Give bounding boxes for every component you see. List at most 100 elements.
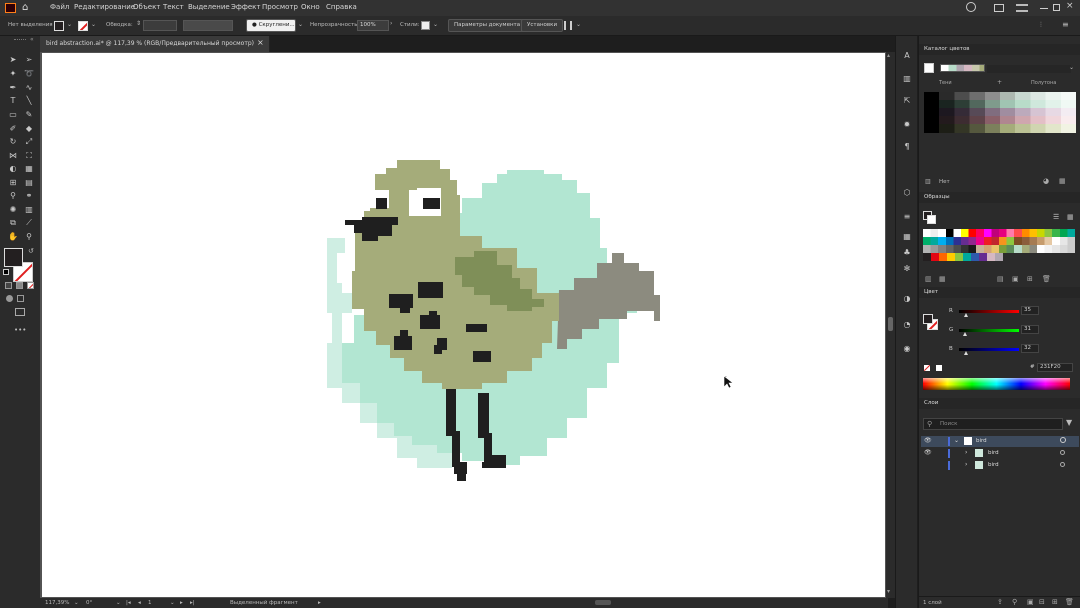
menu-edit[interactable]: Редактирование xyxy=(74,3,135,11)
target-icon[interactable] xyxy=(1060,437,1066,443)
new-color-group-icon[interactable]: ▣ xyxy=(1012,275,1019,283)
gradient-mode-icon[interactable] xyxy=(16,282,23,289)
chevron-right-icon[interactable]: ▸ xyxy=(318,600,321,606)
menu-type[interactable]: Текст xyxy=(163,3,184,11)
maximize-icon[interactable] xyxy=(1053,4,1060,11)
curvature-tool-icon[interactable]: ∿ xyxy=(24,83,34,93)
paragraph-panel-icon[interactable]: ¶ xyxy=(902,142,912,152)
symbols-panel-icon[interactable]: ♣ xyxy=(902,248,912,258)
locate-object-icon[interactable]: ⚲ xyxy=(1012,598,1017,606)
default-colors-icon[interactable] xyxy=(3,269,9,275)
chevron-down-icon[interactable]: ⌄ xyxy=(576,21,581,28)
color-mode-icon[interactable] xyxy=(5,282,12,289)
home-icon[interactable]: ⌂ xyxy=(22,2,34,14)
chevron-down-icon[interactable]: ⌄ xyxy=(433,21,438,28)
swatches-panel-icon[interactable]: ▦ xyxy=(902,232,912,242)
rotate-tool-icon[interactable]: ↻ xyxy=(8,137,18,147)
gradient-tool-icon[interactable]: ▤ xyxy=(24,178,34,188)
new-swatch-icon[interactable]: ⊞ xyxy=(1027,275,1033,283)
scroll-thumb[interactable] xyxy=(888,317,893,331)
shape-builder-tool-icon[interactable]: ◐ xyxy=(8,164,18,174)
new-sublayer-icon[interactable]: ⊟ xyxy=(1039,598,1045,606)
mesh-tool-icon[interactable]: ⊞ xyxy=(8,178,18,188)
b-slider[interactable] xyxy=(959,348,1019,351)
perspective-grid-tool-icon[interactable]: ▦ xyxy=(24,164,34,174)
first-artboard-icon[interactable]: |◂ xyxy=(126,600,131,606)
character-panel-icon[interactable]: A xyxy=(902,51,912,61)
delete-swatch-icon[interactable]: 🗑 xyxy=(1042,275,1051,283)
close-window-icon[interactable]: × xyxy=(1066,1,1074,11)
vertical-scrollbar[interactable]: ▴ ▾ xyxy=(886,52,895,598)
scale-tool-icon[interactable]: ⤢ xyxy=(24,137,34,147)
none-color-icon[interactable] xyxy=(924,365,930,371)
menu-help[interactable]: Справка xyxy=(326,3,357,11)
visibility-eye-icon[interactable]: 👁 xyxy=(924,449,932,456)
scroll-down-icon[interactable]: ▾ xyxy=(887,588,890,595)
paintbrush-tool-icon[interactable]: ✎ xyxy=(24,110,34,120)
chevron-down-icon[interactable]: ⌄ xyxy=(954,437,959,444)
chevron-down-icon[interactable]: ⌄ xyxy=(91,21,96,28)
zoom-level[interactable]: 117,39% xyxy=(45,600,69,606)
minimize-icon[interactable] xyxy=(1040,8,1048,9)
chevron-down-icon[interactable]: ⌄ xyxy=(298,21,303,28)
menu-object[interactable]: Объект xyxy=(133,3,160,11)
free-transform-tool-icon[interactable]: ⛶ xyxy=(24,151,34,161)
stroke-stepper-icon[interactable]: ⇕ xyxy=(136,20,141,27)
menu-window[interactable]: Окно xyxy=(301,3,320,11)
export-panel-icon[interactable]: ⇱ xyxy=(902,96,912,106)
opacity-input[interactable]: 100% xyxy=(357,20,389,31)
shaper-tool-icon[interactable]: ✐ xyxy=(8,124,18,134)
last-artboard-icon[interactable]: ▸| xyxy=(190,600,195,606)
prev-artboard-icon[interactable]: ◂ xyxy=(138,600,141,606)
grid-view-icon[interactable]: ▦ xyxy=(1067,213,1074,221)
symbol-sprayer-tool-icon[interactable]: ✺ xyxy=(8,205,18,215)
r-slider[interactable] xyxy=(959,310,1019,313)
eyedropper-tool-icon[interactable]: ⚲ xyxy=(8,191,18,201)
pen-tool-icon[interactable]: ✒ xyxy=(8,83,18,93)
width-tool-icon[interactable]: ⋈ xyxy=(8,151,18,161)
chevron-right-icon[interactable]: › xyxy=(390,20,392,27)
bird-artwork[interactable] xyxy=(42,53,885,597)
r-value-field[interactable]: 35 xyxy=(1021,306,1039,315)
rotation-value[interactable]: 0° xyxy=(86,600,92,606)
panel-collapse-icon[interactable]: ⫶ xyxy=(1040,21,1042,30)
color-variations-grid[interactable] xyxy=(924,92,1076,133)
search-icon[interactable] xyxy=(966,2,976,12)
g-slider[interactable] xyxy=(959,329,1019,332)
swatch-libraries-icon[interactable]: ▥ xyxy=(925,275,932,283)
chevron-down-icon[interactable]: ⌄ xyxy=(67,21,72,28)
harmony-strip[interactable] xyxy=(940,64,985,72)
slice-tool-icon[interactable]: ⟋ xyxy=(24,218,34,228)
eraser-tool-icon[interactable]: ◆ xyxy=(24,124,34,134)
panel-menu-icon[interactable]: ≡ xyxy=(1062,20,1069,29)
new-layer-icon[interactable]: ⊞ xyxy=(1052,598,1058,606)
appearance-panel-icon[interactable]: ✹ xyxy=(902,120,912,130)
visibility-eye-icon[interactable]: 👁 xyxy=(924,437,932,444)
layer-name[interactable]: bird xyxy=(988,462,999,468)
sublayer-row[interactable]: › bird xyxy=(921,460,1079,471)
artboard[interactable] xyxy=(42,53,885,597)
catalog-base-color[interactable] xyxy=(924,63,934,73)
target-icon[interactable] xyxy=(1060,462,1065,467)
swatch-options-icon[interactable]: ▤ xyxy=(997,275,1004,283)
list-view-icon[interactable]: ☰ xyxy=(1053,213,1059,221)
document-tab[interactable]: bird abstraction.ai* @ 117,39 % (RGB/Пре… xyxy=(40,36,270,52)
layer-name[interactable]: bird xyxy=(976,438,987,444)
selection-tool-icon[interactable]: ➤ xyxy=(8,55,18,65)
swap-colors-icon[interactable]: ↺ xyxy=(28,247,34,255)
direct-selection-tool-icon[interactable]: ➢ xyxy=(24,55,34,65)
fill-color-box[interactable] xyxy=(4,248,23,267)
chevron-down-icon[interactable]: ⌄ xyxy=(74,600,79,606)
layer-name[interactable]: bird xyxy=(988,450,999,456)
blend-tool-icon[interactable]: ⚭ xyxy=(24,191,34,201)
variable-width-profile[interactable] xyxy=(183,20,233,31)
target-icon[interactable] xyxy=(1060,450,1065,455)
preferences-button[interactable]: Установки xyxy=(521,19,564,32)
screen-mode-icon[interactable] xyxy=(15,308,25,316)
chevron-right-icon[interactable]: › xyxy=(965,449,967,456)
color-panel-icon[interactable]: ◑ xyxy=(902,294,912,304)
graphic-style-swatch[interactable] xyxy=(421,21,430,30)
next-artboard-icon[interactable]: ▸ xyxy=(180,600,183,606)
brushes-panel-icon[interactable]: ✻ xyxy=(902,264,912,274)
swatch-grid[interactable] xyxy=(923,229,1075,271)
